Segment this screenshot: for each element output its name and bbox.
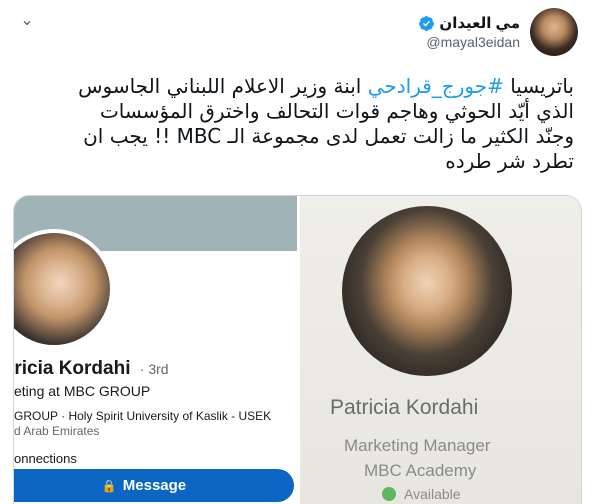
- linkedin-name: tricia Kordahi · 3rd: [13, 358, 169, 380]
- linkedin-degree: · 3rd: [139, 361, 169, 377]
- linkedin-education: GROUP · Holy Spirit University of Kaslik…: [14, 409, 272, 423]
- profile-card-title: Marketing Manager: [344, 436, 491, 455]
- profile-card-organization: MBC Academy: [364, 461, 477, 480]
- profile-card-photo[interactable]: Patricia Kordahi Marketing Manager MBC A…: [300, 196, 581, 504]
- linkedin-connections: onnections: [14, 451, 77, 466]
- author-info: مي العيدان @mayal3eidan: [418, 14, 520, 50]
- lock-icon: 🔒: [101, 478, 117, 493]
- linkedin-message-button: 🔒 Message: [14, 469, 294, 502]
- tweet-header: مي العيدان @mayal3eidan: [418, 8, 578, 56]
- tweet-media[interactable]: tricia Kordahi · 3rd eting at MBC GROUP …: [13, 195, 582, 504]
- verified-badge-icon: [419, 15, 435, 31]
- author-name-row: مي العيدان: [418, 14, 520, 32]
- author-display-name[interactable]: مي العيدان: [439, 14, 520, 32]
- linkedin-headline: eting at MBC GROUP: [14, 383, 151, 399]
- tweet-text-part: باتريسيا: [503, 74, 574, 98]
- message-button-label: Message: [122, 477, 187, 494]
- linkedin-profile-screenshot[interactable]: tricia Kordahi · 3rd eting at MBC GROUP …: [14, 196, 297, 504]
- profile-card-name: Patricia Kordahi: [330, 396, 479, 419]
- linkedin-name-text: tricia Kordahi: [13, 358, 131, 379]
- author-handle[interactable]: @mayal3eidan: [426, 34, 520, 50]
- linkedin-location: d Arab Emirates: [14, 424, 100, 438]
- profile-card-status-text: Available: [404, 486, 461, 502]
- profile-card-status: Available: [382, 486, 461, 502]
- chevron-down-icon[interactable]: ⌄: [18, 12, 36, 30]
- status-dot-icon: [382, 487, 396, 501]
- profile-card-avatar: [342, 206, 512, 376]
- hashtag-link[interactable]: #جورج_قرادحي: [368, 74, 504, 98]
- tweet-text: باتريسيا #جورج_قرادحي ابنة وزير الاعلام …: [14, 74, 574, 174]
- avatar[interactable]: [530, 8, 578, 56]
